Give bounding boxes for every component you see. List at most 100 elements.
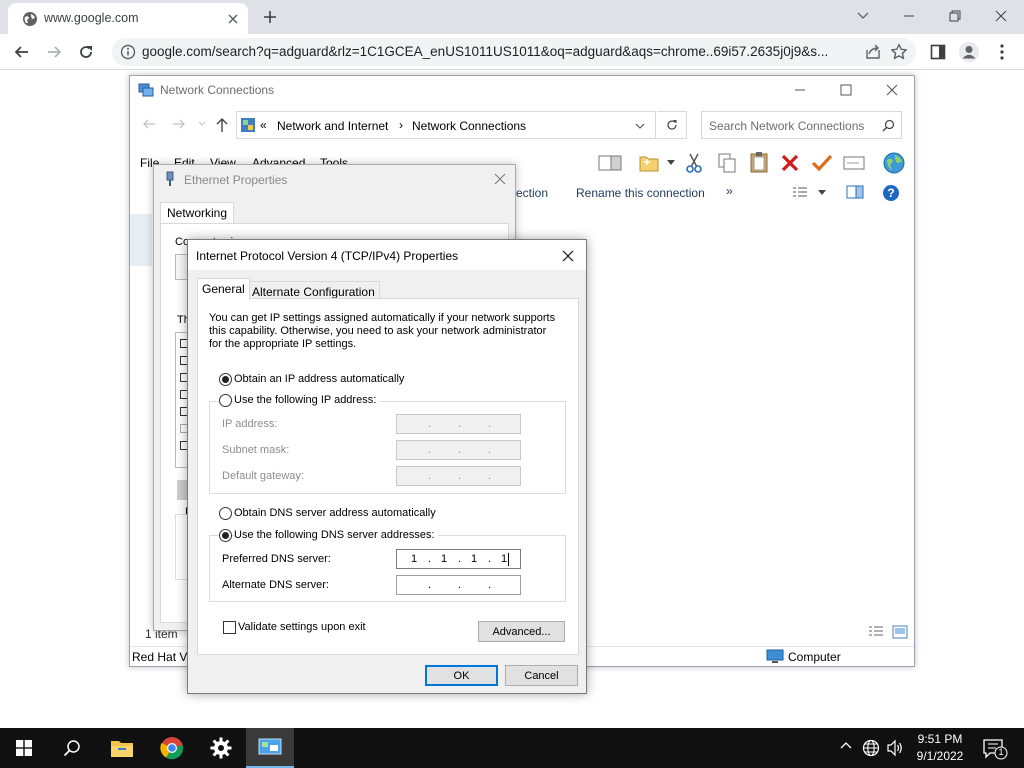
new-tab-icon[interactable] <box>259 6 281 28</box>
tab-general[interactable]: General <box>197 278 250 300</box>
close-icon[interactable] <box>886 84 898 96</box>
breadcrumb-network-and-internet[interactable]: Network and Internet <box>277 119 388 133</box>
details-view-icon[interactable] <box>868 626 884 638</box>
globe-icon[interactable] <box>882 151 906 175</box>
subnet-mask-field[interactable]: ... <box>396 440 521 460</box>
close-window-icon[interactable] <box>978 4 1024 28</box>
network-globe-icon[interactable] <box>862 739 880 757</box>
breadcrumb-network-connections[interactable]: Network Connections <box>412 119 526 133</box>
ok-button[interactable]: OK <box>425 665 498 686</box>
search-icon[interactable] <box>882 119 895 132</box>
minimize-icon[interactable] <box>794 84 806 96</box>
chevron-down-icon[interactable] <box>667 160 675 165</box>
close-icon[interactable] <box>558 246 578 266</box>
address-bar[interactable]: google.com/search?q=adguard&rlz=1C1GCEA_… <box>112 38 916 66</box>
control-panel-taskbar-icon[interactable] <box>246 728 294 768</box>
site-info-icon[interactable] <box>120 44 136 60</box>
tab-networking[interactable]: Networking <box>160 202 235 224</box>
use-following-ip-label[interactable]: Use the following IP address: <box>234 394 380 407</box>
profile-avatar[interactable] <box>957 40 981 64</box>
globe-icon <box>22 11 38 27</box>
tab-search-icon[interactable] <box>840 4 886 28</box>
recent-locations-icon[interactable] <box>198 121 206 127</box>
up-icon[interactable] <box>216 117 228 133</box>
tab-title: www.google.com <box>44 11 139 25</box>
address-bar[interactable]: « Network and Internet › Network Connect… <box>236 111 656 139</box>
control-panel-icon <box>240 117 256 133</box>
ip-address-label: IP address: <box>222 418 278 430</box>
forward-icon[interactable] <box>42 40 66 64</box>
settings-gear-icon[interactable] <box>197 728 245 768</box>
search-placeholder: Search Network Connections <box>709 119 865 133</box>
search-box[interactable]: Search Network Connections <box>701 111 902 139</box>
browser-tab[interactable]: www.google.com <box>8 3 248 34</box>
large-icons-view-icon[interactable] <box>892 625 908 639</box>
back-icon[interactable] <box>10 40 34 64</box>
change-view-icon[interactable] <box>792 186 808 200</box>
preferred-dns-field[interactable]: 1 . 1 . 1 . 1 <box>396 549 521 569</box>
chevron-down-icon[interactable] <box>818 190 826 195</box>
close-icon[interactable] <box>494 173 506 185</box>
clock[interactable]: 9:51 PM 9/1/2022 <box>910 731 970 765</box>
refresh-icon[interactable] <box>657 111 687 139</box>
use-following-dns-radio[interactable] <box>219 529 232 542</box>
chevron-up-icon[interactable] <box>840 741 852 749</box>
use-following-dns-label[interactable]: Use the following DNS server addresses: <box>234 529 438 542</box>
new-folder-icon[interactable] <box>638 152 660 174</box>
maximize-icon[interactable] <box>840 84 852 96</box>
chrome-icon[interactable] <box>148 728 196 768</box>
command-truncated[interactable]: ection <box>516 186 548 200</box>
validate-settings-label[interactable]: Validate settings upon exit <box>238 621 366 634</box>
default-gateway-field[interactable]: ... <box>396 466 521 486</box>
delete-icon[interactable] <box>780 153 800 173</box>
windows-start-icon[interactable] <box>0 728 48 768</box>
chrome-menu-icon[interactable] <box>990 40 1014 64</box>
forward-icon[interactable] <box>172 118 186 130</box>
svg-text:?: ? <box>887 186 894 200</box>
obtain-dns-auto-radio[interactable] <box>219 507 232 520</box>
file-explorer-icon[interactable] <box>98 728 146 768</box>
more-commands-icon[interactable]: » <box>726 184 733 198</box>
general-tab-panel: You can get IP settings assigned automat… <box>197 298 579 655</box>
share-icon[interactable] <box>864 43 882 61</box>
rename-icon[interactable] <box>843 155 865 171</box>
cut-icon[interactable] <box>684 152 704 174</box>
alternate-dns-field[interactable]: ... <box>396 575 521 595</box>
search-icon[interactable] <box>48 728 96 768</box>
network-adapter-icon <box>164 171 176 187</box>
side-panel-icon[interactable] <box>926 40 950 64</box>
cancel-button[interactable]: Cancel <box>505 665 578 686</box>
notifications-icon[interactable]: 1 <box>982 738 1008 760</box>
restore-icon[interactable] <box>932 4 978 28</box>
copy-icon[interactable] <box>716 152 738 174</box>
use-following-ip-radio[interactable] <box>219 394 232 407</box>
back-icon[interactable] <box>142 118 156 130</box>
bookmark-star-icon[interactable] <box>890 43 908 61</box>
subnet-mask-label: Subnet mask: <box>222 444 290 456</box>
close-tab-icon[interactable] <box>224 10 242 28</box>
advanced-button-label: Advanced... <box>492 625 551 638</box>
help-icon[interactable]: ? <box>882 184 900 202</box>
paste-icon[interactable] <box>748 151 770 173</box>
advanced-button[interactable]: Advanced... <box>478 621 565 642</box>
preview-pane-toggle-icon[interactable] <box>846 185 864 199</box>
obtain-ip-auto-label[interactable]: Obtain an IP address automatically <box>234 373 404 386</box>
validate-settings-checkbox[interactable] <box>223 621 236 634</box>
rename-connection-command[interactable]: Rename this connection <box>576 186 705 200</box>
obtain-dns-auto-label[interactable]: Obtain DNS server address automatically <box>234 507 436 520</box>
obtain-ip-auto-radio[interactable] <box>219 373 232 386</box>
chevron-down-icon[interactable] <box>635 123 645 129</box>
connection-item-partial[interactable] <box>130 214 152 266</box>
tab-networking-label: Networking <box>167 206 228 220</box>
properties-check-icon[interactable] <box>811 153 833 173</box>
ip-address-field[interactable]: ... <box>396 414 521 434</box>
taskbar: 9:51 PM 9/1/2022 1 <box>0 728 1024 768</box>
cancel-button-label: Cancel <box>524 669 559 682</box>
preview-pane-icon[interactable] <box>598 154 622 172</box>
preferred-dns-octet-3: 1 <box>470 553 478 565</box>
ok-button-label: OK <box>453 669 470 682</box>
reload-icon[interactable] <box>74 40 98 64</box>
volume-icon[interactable] <box>886 739 904 757</box>
minimize-icon[interactable] <box>886 4 932 28</box>
window-title: Network Connections <box>160 83 275 97</box>
